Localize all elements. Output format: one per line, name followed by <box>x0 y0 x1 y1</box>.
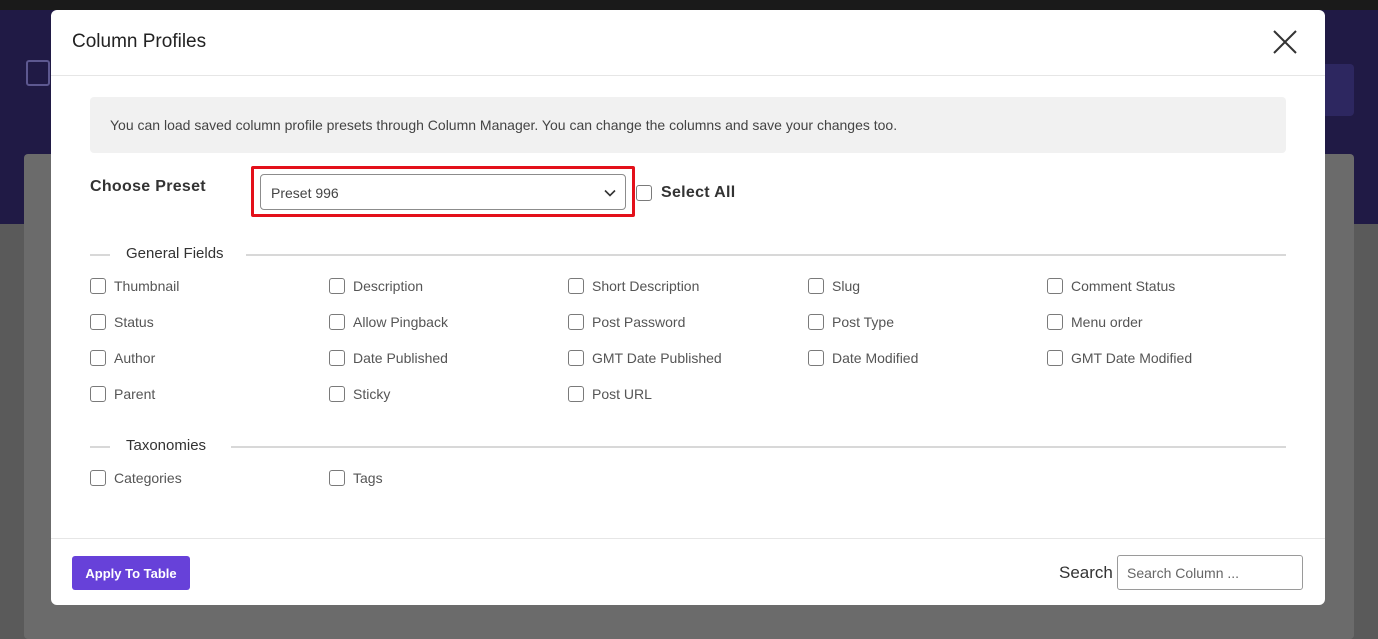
select-all-checkbox[interactable] <box>636 185 652 201</box>
field-checkbox[interactable] <box>90 350 106 366</box>
field-label: Post Password <box>592 314 686 330</box>
background-topbar <box>0 0 1378 10</box>
select-all-label: Select All <box>661 184 736 201</box>
field-label: Tags <box>353 470 383 486</box>
field-checkbox[interactable] <box>568 278 584 294</box>
field-label: Post Type <box>832 314 895 330</box>
field-checkbox[interactable] <box>329 386 345 402</box>
taxonomies-title: Taxonomies <box>126 437 221 454</box>
field-description[interactable]: Description <box>329 277 423 295</box>
field-label: Status <box>114 314 154 330</box>
field-checkbox[interactable] <box>568 386 584 402</box>
field-allow-pingback[interactable]: Allow Pingback <box>329 313 448 331</box>
general-fields-title: General Fields <box>126 245 238 262</box>
choose-preset-label: Choose Preset <box>90 178 206 195</box>
field-label: Comment Status <box>1071 278 1176 294</box>
background-table-icon <box>26 60 50 86</box>
section-divider <box>246 254 1286 256</box>
field-label: Date Modified <box>832 350 919 366</box>
field-date-modified[interactable]: Date Modified <box>808 349 918 367</box>
field-label: Short Description <box>592 278 700 294</box>
preset-select[interactable]: Preset 996 <box>260 174 626 210</box>
field-checkbox[interactable] <box>1047 278 1063 294</box>
field-thumbnail[interactable]: Thumbnail <box>90 277 179 295</box>
field-post-type[interactable]: Post Type <box>808 313 894 331</box>
field-checkbox[interactable] <box>1047 314 1063 330</box>
column-profiles-modal: Column Profiles You can load saved colum… <box>51 10 1325 605</box>
select-all[interactable]: Select All <box>636 182 735 204</box>
modal-footer: Apply To Table Search <box>51 538 1325 605</box>
field-checkbox[interactable] <box>329 470 345 486</box>
field-label: Date Published <box>353 350 448 366</box>
section-divider <box>90 446 110 448</box>
field-date-published[interactable]: Date Published <box>329 349 448 367</box>
field-label: Slug <box>832 278 861 294</box>
field-checkbox[interactable] <box>329 350 345 366</box>
field-author[interactable]: Author <box>90 349 155 367</box>
chevron-down-icon <box>604 189 616 197</box>
field-sticky[interactable]: Sticky <box>329 385 390 403</box>
field-tags[interactable]: Tags <box>329 469 383 487</box>
field-slug[interactable]: Slug <box>808 277 860 295</box>
field-comment-status[interactable]: Comment Status <box>1047 277 1175 295</box>
section-divider <box>90 254 110 256</box>
info-text: You can load saved column profile preset… <box>110 117 898 133</box>
preset-selected-value: Preset 996 <box>271 185 339 201</box>
taxonomies-section-header: Taxonomies <box>90 437 1286 457</box>
field-categories[interactable]: Categories <box>90 469 182 487</box>
field-label: Sticky <box>353 386 391 402</box>
field-checkbox[interactable] <box>808 278 824 294</box>
field-checkbox[interactable] <box>808 350 824 366</box>
field-checkbox[interactable] <box>568 350 584 366</box>
field-checkbox[interactable] <box>808 314 824 330</box>
field-post-password[interactable]: Post Password <box>568 313 685 331</box>
apply-to-table-button[interactable]: Apply To Table <box>72 556 190 590</box>
field-checkbox[interactable] <box>90 386 106 402</box>
field-checkbox[interactable] <box>568 314 584 330</box>
field-parent[interactable]: Parent <box>90 385 155 403</box>
field-checkbox[interactable] <box>329 278 345 294</box>
field-label: Thumbnail <box>114 278 180 294</box>
close-icon[interactable] <box>1269 26 1301 58</box>
field-checkbox[interactable] <box>1047 350 1063 366</box>
field-label: Categories <box>114 470 182 486</box>
field-label: Menu order <box>1071 314 1143 330</box>
field-label: Author <box>114 350 156 366</box>
field-menu-order[interactable]: Menu order <box>1047 313 1143 331</box>
search-column-input[interactable] <box>1117 555 1303 590</box>
section-divider <box>231 446 1286 448</box>
field-gmt-date-published[interactable]: GMT Date Published <box>568 349 722 367</box>
modal-title: Column Profiles <box>72 31 207 52</box>
general-fields-section-header: General Fields <box>90 245 1286 265</box>
field-label: GMT Date Modified <box>1071 350 1193 366</box>
field-short-description[interactable]: Short Description <box>568 277 699 295</box>
field-label: Description <box>353 278 424 294</box>
field-post-url[interactable]: Post URL <box>568 385 652 403</box>
modal-header: Column Profiles <box>51 10 1325 76</box>
field-label: GMT Date Published <box>592 350 722 366</box>
search-label: Search <box>1059 563 1113 582</box>
field-label: Allow Pingback <box>353 314 448 330</box>
field-gmt-date-modified[interactable]: GMT Date Modified <box>1047 349 1192 367</box>
field-label: Post URL <box>592 386 652 402</box>
field-status[interactable]: Status <box>90 313 154 331</box>
field-checkbox[interactable] <box>90 470 106 486</box>
field-checkbox[interactable] <box>329 314 345 330</box>
field-label: Parent <box>114 386 156 402</box>
field-checkbox[interactable] <box>90 314 106 330</box>
field-checkbox[interactable] <box>90 278 106 294</box>
info-box: You can load saved column profile preset… <box>90 97 1286 153</box>
